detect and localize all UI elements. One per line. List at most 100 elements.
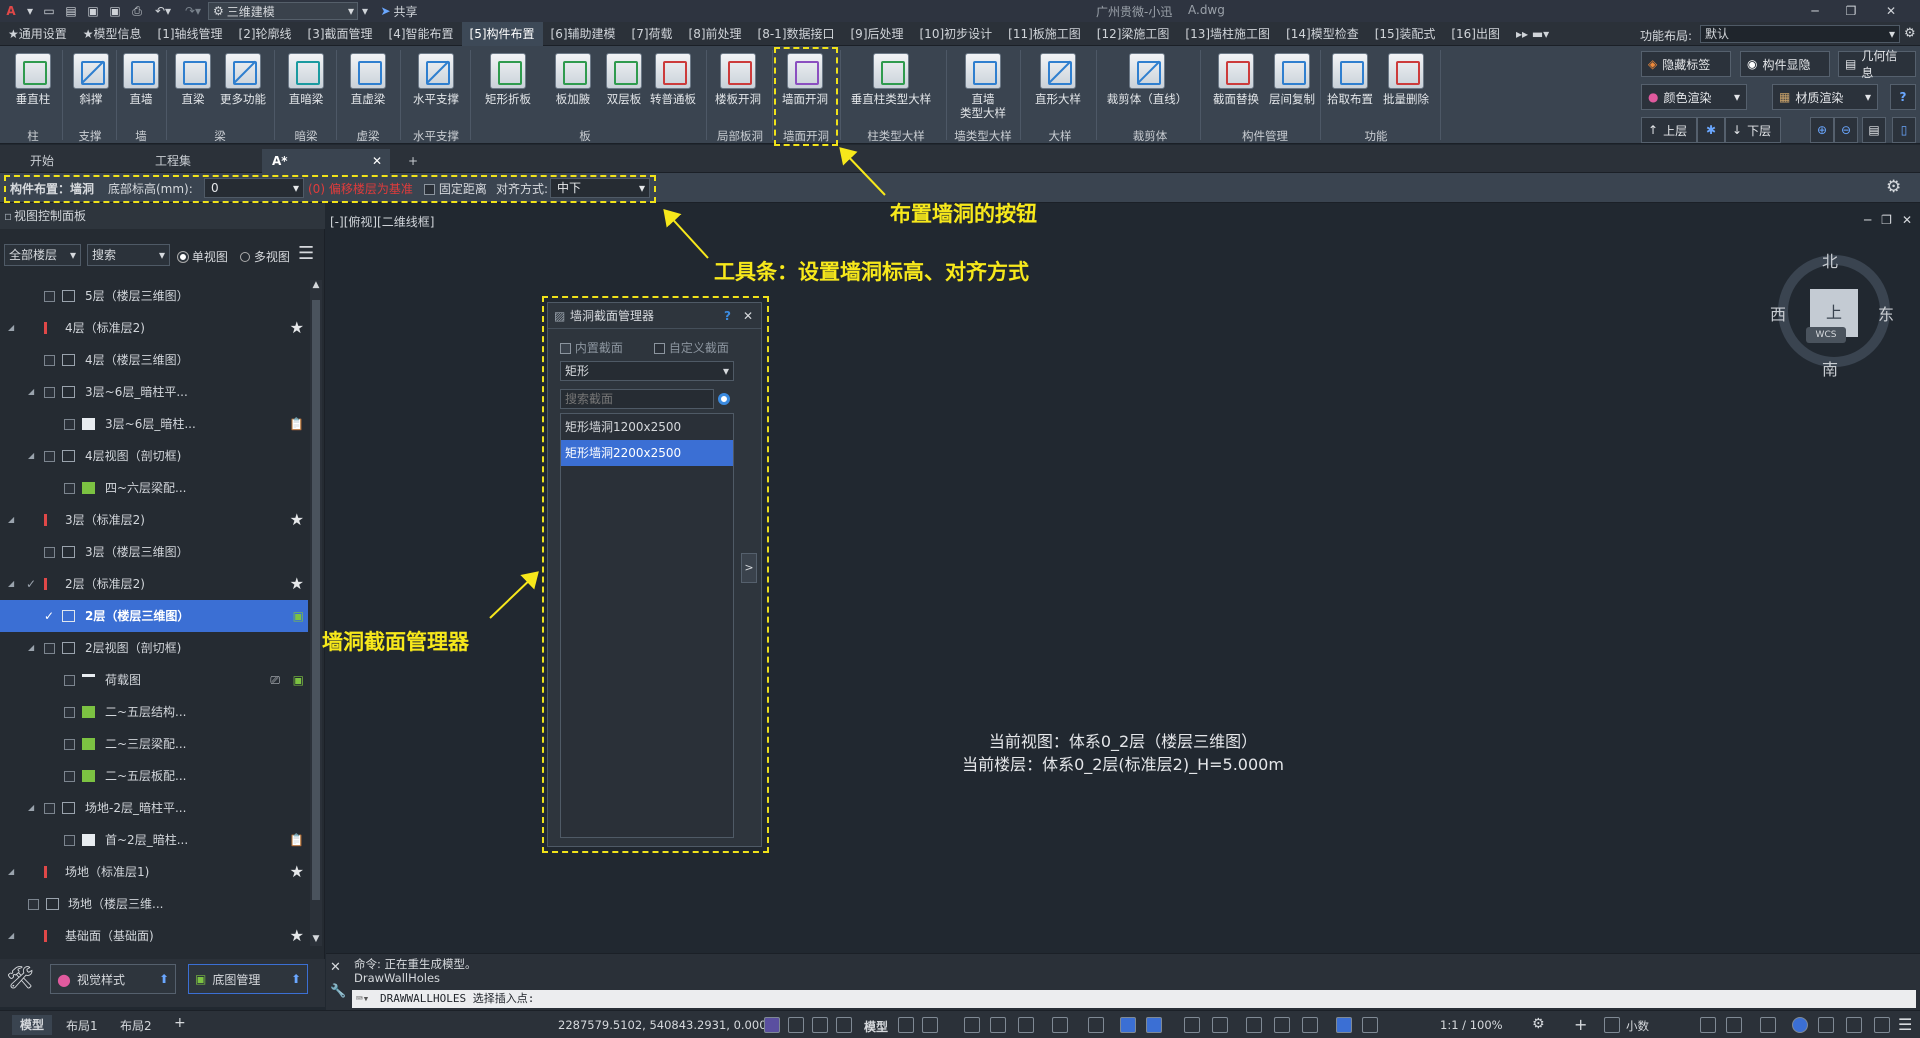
checkbox[interactable] xyxy=(44,355,55,366)
checkbox[interactable] xyxy=(44,451,55,462)
checkbox[interactable] xyxy=(44,387,55,398)
collapse-icon[interactable]: ◢ xyxy=(8,312,14,344)
tree-item[interactable]: ◢ 基础面（基础面) ★ xyxy=(0,920,308,946)
tree-item[interactable]: 二~五层结构... xyxy=(0,696,308,728)
tree-item[interactable]: ◢ 场地（标准层1) ★ xyxy=(0,856,308,888)
view-label[interactable]: [-][俯视][二维线框] xyxy=(330,213,434,230)
rect-folded-slab-button[interactable]: 矩形折板 xyxy=(480,53,536,106)
more-functions-button[interactable]: 更多功能 xyxy=(216,53,270,106)
material-render-button[interactable]: ▦ 材质渲染 ▾ xyxy=(1772,84,1878,110)
floor-copy-button[interactable]: 层间复制 xyxy=(1264,53,1320,106)
collapse-icon[interactable]: ◢ xyxy=(28,376,34,408)
minimize-icon[interactable]: ─ xyxy=(1800,0,1830,22)
checkbox[interactable] xyxy=(64,835,75,846)
restore-icon[interactable]: ❐ xyxy=(1881,213,1892,227)
quick-properties-icon[interactable] xyxy=(1700,1017,1716,1033)
tree-item[interactable]: 四~六层梁配... xyxy=(0,472,308,504)
units-icon[interactable] xyxy=(1604,1017,1620,1033)
settings-gear-icon[interactable]: ⚙ xyxy=(1904,26,1916,41)
base-map-button[interactable]: ▣ 底图管理 ⬆ xyxy=(188,964,308,994)
annotation-visibility-icon[interactable] xyxy=(1336,1017,1352,1033)
tree-search-select[interactable]: 搜索 ▾ xyxy=(87,244,170,266)
isolate-objects-icon[interactable] xyxy=(1760,1017,1776,1033)
checkbox[interactable] xyxy=(44,803,55,814)
workspace-select[interactable]: ⚙ 三维建模 ▾ xyxy=(208,2,358,20)
checkmark-icon[interactable]: ✓ xyxy=(44,600,54,632)
hide-labels-button[interactable]: ◈ 隐藏标签 xyxy=(1641,51,1731,77)
grid-icon[interactable] xyxy=(898,1017,914,1033)
save-icon[interactable]: ▣ xyxy=(82,0,104,22)
clipboard-icon[interactable]: 📋 xyxy=(289,408,304,440)
more-tabs-icon[interactable]: ▸▸ ▬▾ xyxy=(1508,22,1557,46)
object-snap-icon[interactable] xyxy=(1052,1017,1068,1033)
redo-icon[interactable]: ↷▾ xyxy=(178,0,208,22)
tree-scrollbar[interactable]: ▲ ▼ xyxy=(310,280,322,946)
properties-icon[interactable]: ▤ xyxy=(1862,117,1886,143)
collapse-icon[interactable]: ◢ xyxy=(8,504,14,536)
menu-tab[interactable]: [16]出图 xyxy=(1443,22,1508,46)
hamburger-menu-icon[interactable]: ☰ xyxy=(298,243,314,264)
floor-filter-select[interactable]: 全部楼层 ▾ xyxy=(4,244,81,266)
selection-cycling-icon[interactable] xyxy=(1184,1017,1200,1033)
menu-tab[interactable]: [14]模型检查 xyxy=(1278,22,1367,46)
collapse-icon[interactable]: ◢ xyxy=(8,856,14,888)
checkbox[interactable] xyxy=(64,483,75,494)
menu-tab[interactable]: [12]梁施工图 xyxy=(1089,22,1178,46)
straight-beam-button[interactable]: 直梁 xyxy=(172,53,214,106)
tree-item[interactable]: 二~五层板配... xyxy=(0,760,308,792)
clipboard-icon[interactable]: 📋 xyxy=(289,824,304,856)
app-logo-icon[interactable]: A xyxy=(0,0,22,22)
collapse-icon[interactable]: ◢ xyxy=(28,440,34,472)
add-layout-icon[interactable]: + xyxy=(174,1015,186,1031)
lock-ui-icon[interactable] xyxy=(1726,1017,1742,1033)
customize-icon[interactable] xyxy=(1846,1017,1862,1033)
panel-icon[interactable]: ▯ xyxy=(1892,117,1916,143)
figure-icon[interactable] xyxy=(836,1017,852,1033)
straight-wall-button[interactable]: 直墙 xyxy=(120,53,162,106)
checkbox[interactable] xyxy=(64,771,75,782)
star-icon[interactable]: ★ xyxy=(290,568,304,600)
share-button[interactable]: ➤ 共享 xyxy=(372,0,426,22)
annotation-scale[interactable]: 1:1 / 100% xyxy=(1440,1018,1503,1032)
menu-tab[interactable]: [9]后处理 xyxy=(843,22,912,46)
transparency-icon[interactable] xyxy=(1146,1017,1162,1033)
collapse-icon[interactable]: ◢ xyxy=(28,792,34,824)
floor-settings-gear-icon[interactable]: ✱ xyxy=(1697,117,1725,143)
add-tab-icon[interactable]: + xyxy=(398,149,428,173)
horizontal-brace-button[interactable]: 水平支撑 xyxy=(408,53,464,106)
app-menu-chevron-icon[interactable]: ▾ xyxy=(22,0,38,22)
panel-menu-icon[interactable]: ▫ xyxy=(4,203,12,229)
tab-start[interactable]: 开始 xyxy=(20,149,64,173)
dynamic-ucs-icon[interactable] xyxy=(1246,1017,1262,1033)
tree-item[interactable]: ◢ 3层（标准层2) ★ xyxy=(0,504,308,536)
menu-tab[interactable]: [10]初步设计 xyxy=(912,22,1001,46)
tree-item[interactable]: ◢ 场地-2层_暗柱平... xyxy=(0,792,308,824)
menu-tab[interactable]: [7]荷载 xyxy=(624,22,681,46)
convert-slab-button[interactable]: 转普通板 xyxy=(648,53,698,106)
menu-tab[interactable]: [13]墙柱施工图 xyxy=(1177,22,1278,46)
tree-item[interactable]: ◢ 2层视图（剖切框) xyxy=(0,632,308,664)
chevron-down-icon[interactable]: ▾ xyxy=(358,0,372,22)
command-input[interactable]: ⌨▾ DRAWWALLHOLES 选择插入点: xyxy=(352,990,1916,1008)
close-icon[interactable]: ✕ xyxy=(1902,213,1912,227)
tab-project-set[interactable]: 工程集 xyxy=(145,149,201,173)
image-icon[interactable]: ⎚ xyxy=(270,664,280,696)
zoom-in-icon[interactable]: ⊕ xyxy=(1810,117,1834,143)
tree-item[interactable]: 5层（楼层三维图） xyxy=(0,280,308,312)
virtual-beam-button[interactable]: 直虚梁 xyxy=(344,53,392,106)
checkbox[interactable] xyxy=(28,899,39,910)
scroll-down-icon[interactable]: ▼ xyxy=(310,934,322,946)
layout-tab-model[interactable]: 模型 xyxy=(12,1015,52,1035)
close-icon[interactable]: ✕ xyxy=(1876,0,1906,22)
toolbar-settings-gear-icon[interactable]: ⚙ xyxy=(1886,177,1901,197)
tree-item-selected[interactable]: ✓ 2层（楼层三维图） ▣ xyxy=(0,600,308,632)
menu-icon[interactable]: ☰ xyxy=(1898,1015,1912,1034)
layout-tab-2[interactable]: 布局2 xyxy=(120,1017,152,1034)
color-render-button[interactable]: ● 颜色渲染 ▾ xyxy=(1641,84,1747,110)
grid-toggle-icon[interactable] xyxy=(812,1017,828,1033)
tree-item[interactable]: 首~2层_暗柱... 📋 xyxy=(0,824,308,856)
menu-tab-active[interactable]: [5]构件布置 xyxy=(461,21,543,46)
star-icon[interactable]: ★ xyxy=(290,920,304,946)
save-as-icon[interactable]: ▣ xyxy=(104,0,126,22)
selection-filter-icon[interactable] xyxy=(1274,1017,1290,1033)
